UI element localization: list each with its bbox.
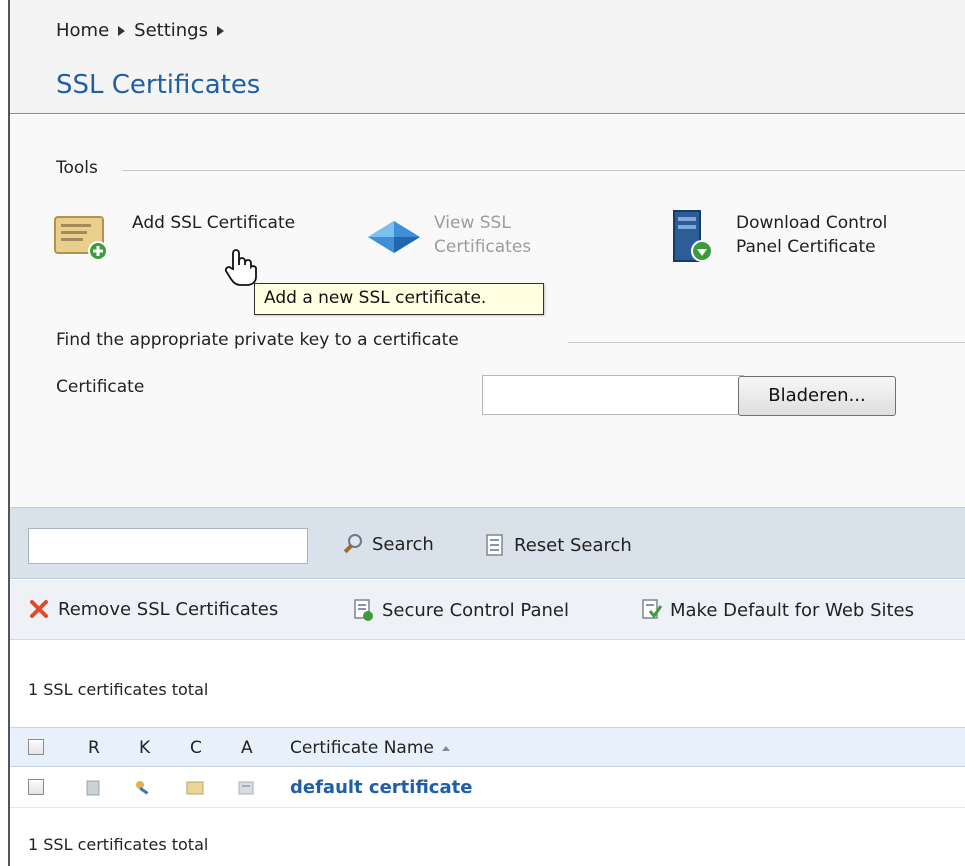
search-input[interactable]	[28, 528, 308, 564]
tools-divider	[122, 170, 965, 171]
magnifier-icon	[343, 534, 362, 554]
search-button[interactable]: Search	[342, 533, 434, 555]
certificate-name-link[interactable]: default certificate	[290, 777, 472, 798]
hand-cursor-icon	[224, 249, 257, 286]
reset-search-button[interactable]: Reset Search	[484, 533, 632, 557]
reset-search-label: Reset Search	[514, 534, 632, 556]
browse-button[interactable]: Bladeren...	[738, 376, 896, 416]
table-row: default certificate	[10, 768, 965, 808]
make-default-icon	[642, 599, 662, 619]
certificate-label: Certificate	[56, 377, 145, 397]
sort-ascending-icon	[441, 745, 450, 751]
make-default-label: Make Default for Web Sites	[670, 599, 915, 621]
certificate-add-icon[interactable]	[52, 213, 110, 261]
breadcrumb-arrow-icon	[118, 25, 126, 36]
remove-ssl-certificates-button[interactable]: Remove SSL Certificates	[28, 598, 278, 620]
certificate-file-input[interactable]	[482, 375, 744, 415]
remove-label: Remove SSL Certificates	[58, 598, 279, 620]
row-checkbox[interactable]	[28, 779, 44, 795]
page-frame: Home Settings SSL Certificates Tools Add…	[8, 0, 965, 866]
breadcrumb: Home Settings	[56, 20, 233, 41]
make-default-button[interactable]: Make Default for Web Sites	[640, 598, 914, 622]
find-key-section-title: Find the appropriate private key to a ce…	[56, 330, 459, 350]
column-c[interactable]: C	[190, 738, 202, 758]
view-ssl-line1: View SSL	[434, 213, 511, 233]
total-count-bottom: 1 SSL certificates total	[28, 835, 209, 854]
key-icon	[136, 781, 149, 795]
column-certificate-name[interactable]: Certificate Name	[290, 738, 450, 758]
breadcrumb-arrow-icon	[216, 25, 224, 36]
secure-label: Secure Control Panel	[382, 599, 569, 621]
server-download-icon[interactable]	[668, 207, 720, 267]
column-certificate-name-label: Certificate Name	[290, 738, 434, 758]
server-icon	[86, 780, 100, 796]
view-ssl-certificates-link: View SSL Certificates	[434, 211, 531, 259]
remove-x-icon	[30, 600, 48, 618]
tools-section-title: Tools	[56, 158, 98, 178]
download-line1: Download Control	[736, 213, 888, 233]
add-ssl-tooltip: Add a new SSL certificate.	[254, 283, 544, 315]
authority-icon	[238, 781, 254, 795]
breadcrumb-settings[interactable]: Settings	[134, 20, 208, 41]
page-header: Home Settings SSL Certificates	[10, 0, 965, 114]
grid-header: R K C A Certificate Name	[10, 727, 965, 767]
view-ssl-line2: Certificates	[434, 237, 532, 257]
ssl-gem-icon	[368, 221, 420, 253]
page-title: SSL Certificates	[56, 70, 261, 100]
actions-toolbar: Remove SSL Certificates Secure Control P…	[10, 580, 965, 640]
secure-icon	[354, 599, 373, 621]
certificate-icon	[186, 781, 204, 795]
total-count-top: 1 SSL certificates total	[28, 680, 209, 699]
add-ssl-certificate-link[interactable]: Add SSL Certificate	[132, 211, 295, 235]
download-control-panel-certificate-link[interactable]: Download Control Panel Certificate	[736, 211, 887, 259]
select-all-checkbox[interactable]	[28, 739, 44, 755]
breadcrumb-home[interactable]: Home	[56, 20, 109, 41]
column-r[interactable]: R	[88, 738, 100, 758]
download-line2: Panel Certificate	[736, 237, 876, 257]
search-toolbar: Search Reset Search	[10, 507, 965, 579]
find-key-divider	[568, 342, 965, 343]
reset-icon	[486, 534, 503, 556]
column-k[interactable]: K	[139, 738, 150, 758]
column-a[interactable]: A	[241, 738, 253, 758]
secure-control-panel-button[interactable]: Secure Control Panel	[352, 598, 569, 622]
search-label: Search	[372, 533, 434, 555]
